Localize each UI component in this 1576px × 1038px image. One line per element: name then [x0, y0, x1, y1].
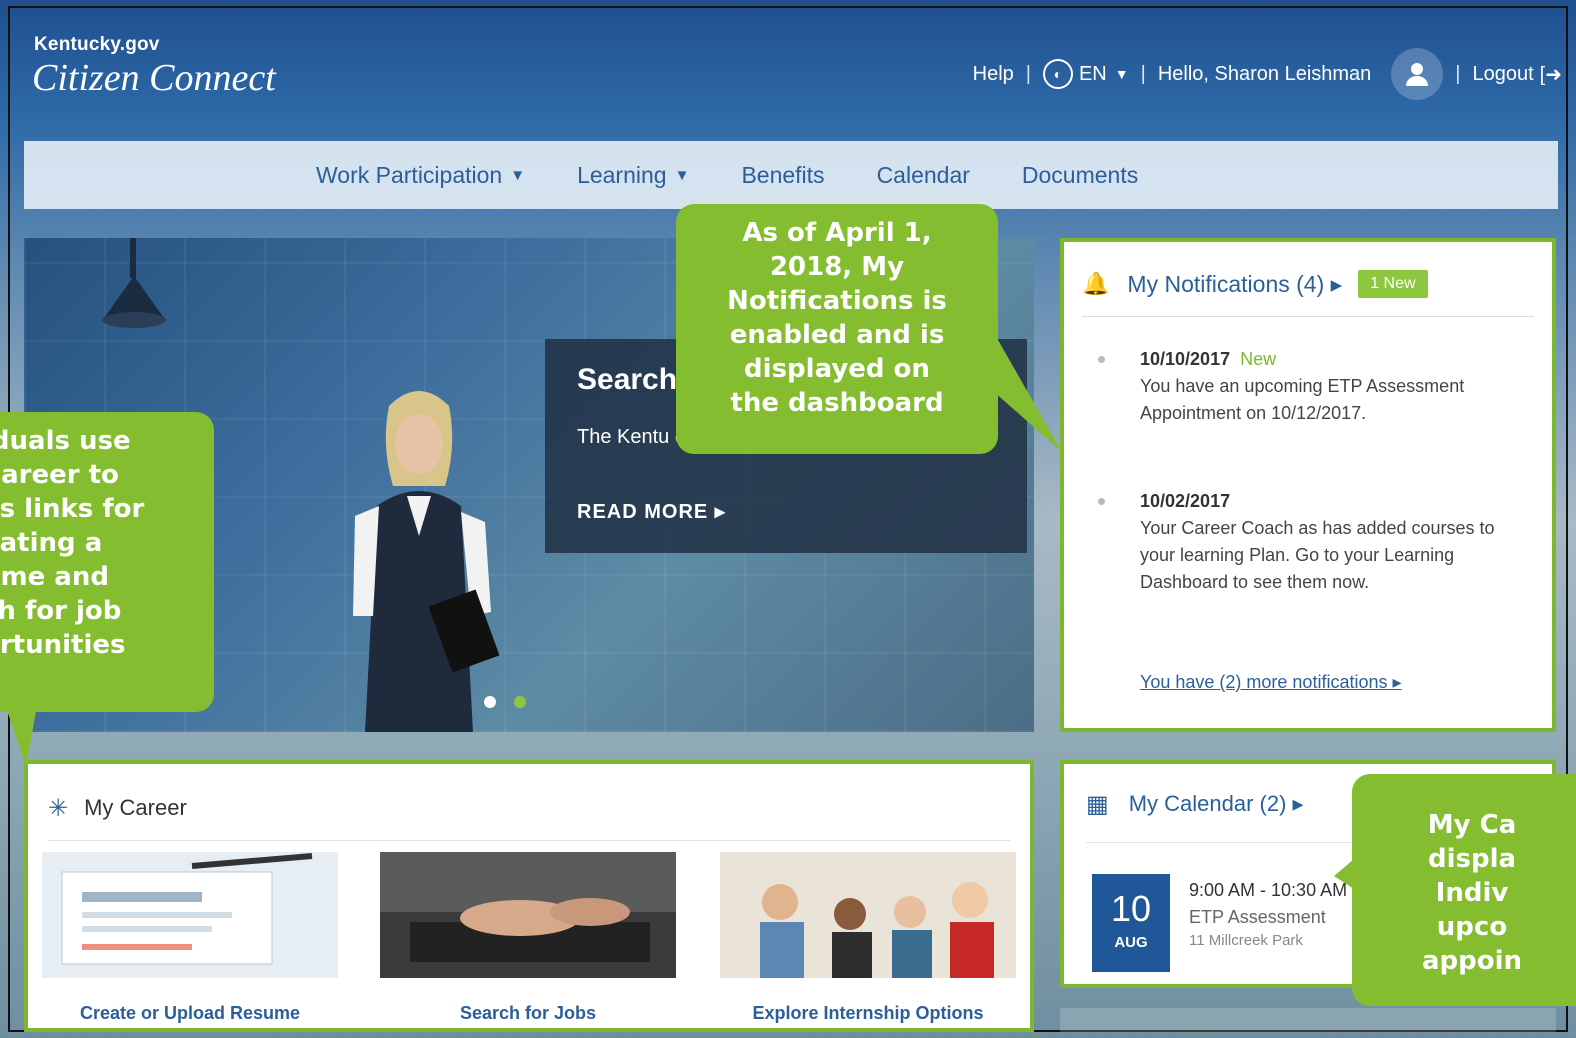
callout-calendar: My Ca displa Indiv upco appoin — [1352, 774, 1576, 1006]
tile-label[interactable]: Create or Upload Resume — [42, 1003, 338, 1024]
notification-item[interactable]: 10/02/2017 Your Career Coach as has adde… — [1098, 488, 1516, 596]
divider: | — [1140, 62, 1146, 85]
bullet-icon — [1098, 498, 1105, 505]
carousel-dots — [484, 696, 526, 708]
career-icon: ✳ — [48, 794, 69, 822]
notifications-panel: 🔔 My Notifications (4) ▸ 1 New 10/10/201… — [1060, 238, 1556, 732]
career-tile-search-jobs[interactable]: Search for Jobs — [380, 852, 676, 1024]
laptop-image — [380, 852, 676, 978]
callout-calendar-pointer — [1334, 842, 1374, 902]
chevron-down-icon[interactable]: ▼ — [1115, 66, 1129, 82]
more-notifications-link[interactable]: You have (2) more notifications ▸ — [1140, 672, 1402, 693]
nav-item-documents[interactable]: Documents — [1022, 162, 1138, 189]
lamp-image — [102, 238, 166, 328]
tile-label[interactable]: Search for Jobs — [380, 1003, 676, 1024]
callout-career-pointer — [0, 690, 40, 766]
nav-item-calendar[interactable]: Calendar — [877, 162, 970, 189]
callout-career: iduals use Career to es links for eating… — [0, 412, 214, 712]
caret-down-icon: ▼ — [674, 166, 690, 184]
career-tile-internship[interactable]: Explore Internship Options — [720, 852, 1016, 1024]
nav-item-work-participation[interactable]: Work Participation ▼ — [316, 162, 525, 189]
user-icon — [1406, 63, 1429, 86]
resume-image — [42, 852, 338, 978]
appointment-day: 10 — [1110, 888, 1152, 929]
notification-date: 10/10/2017 — [1140, 349, 1231, 369]
appointment-details[interactable]: 9:00 AM - 10:30 AM ETP Assessment 11 Mil… — [1189, 880, 1347, 949]
notification-message: You have an upcoming ETP Assessment Appo… — [1140, 376, 1465, 423]
main-nav: Work Participation ▼ Learning ▼ Benefits C… — [24, 141, 1558, 209]
notification-new-tag: New — [1240, 349, 1277, 369]
caret-down-icon: ▼ — [510, 166, 526, 184]
bullet-icon — [1098, 356, 1105, 363]
calendar-icon: ▦ — [1086, 790, 1109, 818]
notification-message: Your Career Coach as has added courses t… — [1140, 518, 1495, 592]
team-image — [720, 852, 1016, 978]
divider: | — [1455, 62, 1461, 85]
avatar[interactable] — [1391, 48, 1444, 100]
new-badge: 1 New — [1358, 270, 1428, 298]
bell-icon: 🔔 — [1082, 271, 1110, 297]
notification-item[interactable]: 10/10/2017 New You have an upcoming ETP A… — [1098, 346, 1516, 427]
notifications-header: 🔔 My Notifications (4) ▸ 1 New — [1082, 270, 1534, 317]
language-select[interactable]: EN — [1079, 63, 1107, 86]
callout-notifications: As of April 1, 2018, My Notifications is… — [676, 204, 998, 454]
appointment-month: AUG — [1114, 934, 1148, 951]
calendar-footer-strip — [1060, 1008, 1556, 1032]
read-more-link[interactable]: READ MORE ▸ — [577, 499, 726, 524]
woman-figure — [353, 391, 500, 732]
hero-title: Search — [577, 363, 678, 396]
logo-kentucky-gov[interactable]: Kentucky.gov — [34, 34, 160, 56]
nav-item-benefits[interactable]: Benefits — [741, 162, 824, 189]
top-bar: Help | ◐ EN ▼ | Hello, Sharon Leishman |… — [973, 48, 1562, 100]
appointment-date: 10 AUG — [1092, 874, 1170, 972]
career-title: My Career — [84, 795, 187, 820]
nav-item-learning[interactable]: Learning ▼ — [577, 162, 689, 189]
logo-citizen-connect[interactable]: Citizen Connect — [32, 56, 276, 100]
callout-notifications-pointer — [958, 340, 1062, 452]
divider: | — [1025, 62, 1031, 85]
career-header: ✳ My Career — [48, 794, 1010, 841]
career-tile-resume[interactable]: Create or Upload Resume — [42, 852, 338, 1024]
tile-label[interactable]: Explore Internship Options — [720, 1003, 1016, 1024]
carousel-dot-2[interactable] — [514, 696, 526, 708]
appointment-time: 9:00 AM - 10:30 AM — [1189, 880, 1348, 900]
notifications-title[interactable]: My Notifications (4) ▸ — [1127, 271, 1342, 298]
calendar-title[interactable]: My Calendar (2) ▸ — [1129, 791, 1304, 817]
user-greeting: Hello, Sharon Leishman — [1157, 62, 1372, 85]
carousel-dot-1[interactable] — [484, 696, 496, 708]
my-career-panel: ✳ My Career Create or Upload Resume Sear… — [24, 760, 1034, 1032]
appointment-name: ETP Assessment — [1189, 907, 1326, 927]
logout-icon[interactable]: [➜ — [1540, 62, 1562, 87]
globe-icon[interactable]: ◐ — [1042, 59, 1073, 89]
appointment-location: 11 Millcreek Park — [1189, 932, 1303, 949]
notification-date: 10/02/2017 — [1140, 491, 1231, 511]
help-link[interactable]: Help — [973, 63, 1014, 86]
logout-button[interactable]: Logout — [1473, 63, 1534, 86]
